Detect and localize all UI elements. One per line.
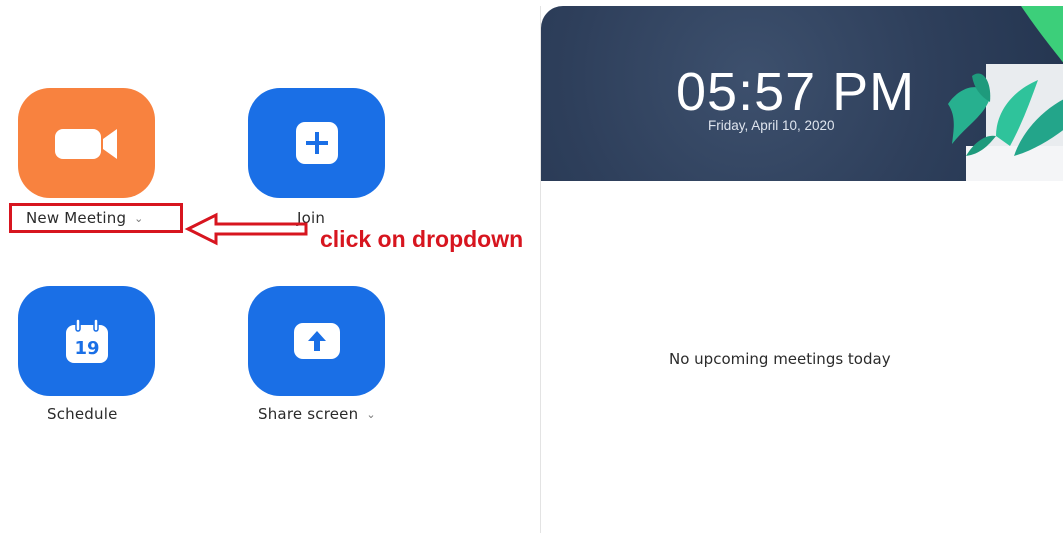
clock-date: Friday, April 10, 2020 <box>708 118 835 133</box>
calendar-day: 19 <box>74 338 99 359</box>
clock-time: 05:57 PM <box>676 62 916 122</box>
video-camera-icon <box>54 129 117 159</box>
new-meeting-button[interactable] <box>18 88 155 198</box>
share-screen-button[interactable] <box>248 286 385 396</box>
plus-icon <box>295 122 338 164</box>
plant-decoration-icon <box>948 6 1063 181</box>
meetings-panel: 05:57 PM Friday, April 10, 2020 No upcom… <box>540 6 1063 533</box>
chevron-down-icon[interactable]: ⌄ <box>366 408 375 421</box>
calendar-icon: 19 <box>65 318 108 363</box>
chevron-down-icon[interactable]: ⌄ <box>134 212 143 225</box>
schedule-button[interactable]: 19 <box>18 286 155 396</box>
share-screen-text: Share screen <box>258 405 359 423</box>
new-meeting-dropdown[interactable]: New Meeting ⌄ <box>9 203 183 233</box>
upload-arrow-icon <box>293 323 340 359</box>
share-screen-label[interactable]: Share screen ⌄ <box>258 405 376 423</box>
no-meetings-message: No upcoming meetings today <box>669 350 891 368</box>
join-button[interactable] <box>248 88 385 198</box>
schedule-label: Schedule <box>47 405 118 423</box>
new-meeting-label: New Meeting <box>26 209 127 227</box>
annotation-text: click on dropdown <box>320 226 524 252</box>
clock-header: 05:57 PM Friday, April 10, 2020 <box>541 6 1063 181</box>
annotation-arrow-icon <box>184 212 308 246</box>
